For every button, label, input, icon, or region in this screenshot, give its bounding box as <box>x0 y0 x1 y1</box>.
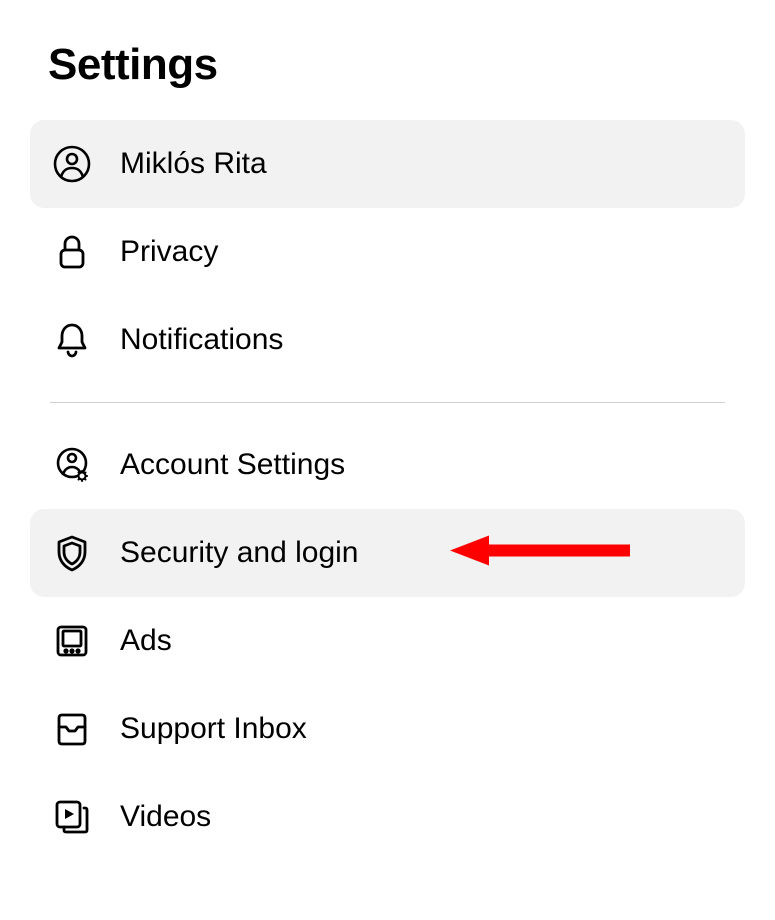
settings-item-account-settings[interactable]: Account Settings <box>30 421 745 509</box>
monitor-icon <box>50 619 94 663</box>
settings-item-videos[interactable]: Videos <box>30 773 745 861</box>
settings-item-label: Notifications <box>120 323 283 357</box>
settings-item-notifications[interactable]: Notifications <box>30 296 745 384</box>
lock-icon <box>50 230 94 274</box>
shield-icon <box>50 531 94 575</box>
settings-item-label: Security and login <box>120 536 358 570</box>
settings-item-support-inbox[interactable]: Support Inbox <box>30 685 745 773</box>
settings-list: Miklós Rita Privacy Notifications <box>30 120 745 861</box>
settings-item-security-login[interactable]: Security and login <box>30 509 745 597</box>
page-title: Settings <box>48 40 745 90</box>
inbox-icon <box>50 707 94 751</box>
bell-icon <box>50 318 94 362</box>
settings-item-profile[interactable]: Miklós Rita <box>30 120 745 208</box>
person-icon <box>50 142 94 186</box>
settings-item-label: Ads <box>120 624 172 658</box>
settings-item-label: Miklós Rita <box>120 147 267 181</box>
settings-item-label: Account Settings <box>120 448 345 482</box>
settings-item-ads[interactable]: Ads <box>30 597 745 685</box>
settings-item-privacy[interactable]: Privacy <box>30 208 745 296</box>
person-gear-icon <box>50 443 94 487</box>
settings-item-label: Videos <box>120 800 211 834</box>
videos-icon <box>50 795 94 839</box>
arrow-annotation <box>445 531 635 576</box>
divider <box>50 402 725 403</box>
settings-item-label: Support Inbox <box>120 712 307 746</box>
settings-item-label: Privacy <box>120 235 218 269</box>
